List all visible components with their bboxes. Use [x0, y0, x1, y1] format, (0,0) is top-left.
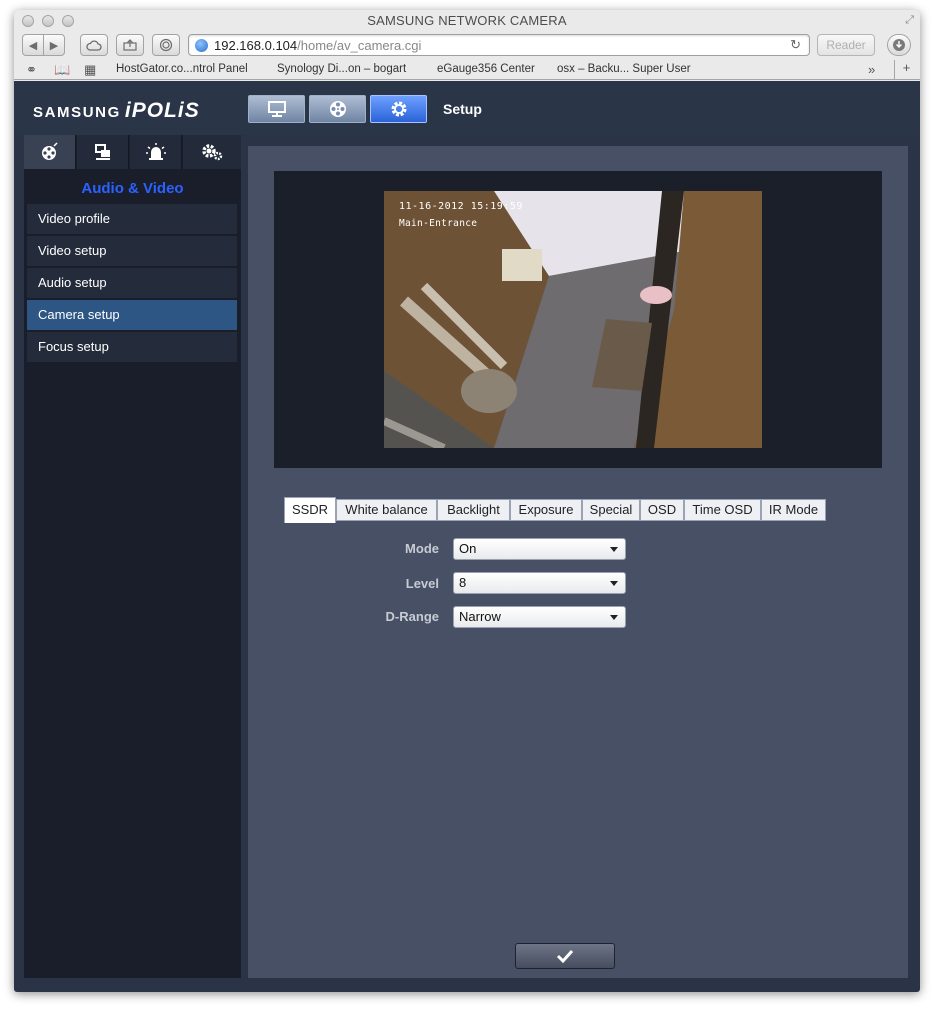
download-icon	[893, 39, 905, 51]
mode-select-value: On	[459, 541, 477, 556]
chevron-down-icon	[610, 547, 618, 552]
icloud-tabs-button[interactable]	[80, 34, 108, 56]
sidebar-item-camera-setup[interactable]: Camera setup	[27, 300, 237, 330]
sidebar-item-focus-setup[interactable]: Focus setup	[27, 332, 237, 362]
d-range-select-value: Narrow	[459, 609, 501, 624]
sidebar-item-video-setup[interactable]: Video setup	[27, 236, 237, 266]
tab-backlight[interactable]: Backlight	[437, 499, 510, 521]
setup-button[interactable]	[370, 95, 427, 123]
globe-icon	[195, 39, 208, 52]
browser-window: SAMSUNG NETWORK CAMERA ⤢ ◀ ▶ 192.168.0.1…	[14, 10, 920, 992]
gear-icon	[391, 101, 406, 117]
new-tab-plus-icon[interactable]: +	[894, 60, 918, 79]
forward-button[interactable]: ▶	[43, 34, 65, 56]
d-range-label: D-Range	[385, 609, 439, 624]
tab-network[interactable]	[77, 135, 129, 169]
chevron-down-icon	[610, 581, 618, 586]
tab-time-osd[interactable]: Time OSD	[684, 499, 761, 521]
back-arrow-icon: ◀	[28, 39, 38, 52]
film-reel-icon	[329, 101, 346, 117]
level-select-value: 8	[459, 575, 467, 590]
fullscreen-icon[interactable]: ⤢	[905, 14, 914, 27]
osd-camera-name: Main-Entrance	[399, 218, 478, 229]
history-button[interactable]	[152, 34, 180, 56]
reload-icon[interactable]: ↻	[790, 37, 801, 53]
sidebar-tabs	[24, 135, 241, 169]
section-title: Audio & Video	[81, 180, 184, 197]
spiral-icon	[159, 38, 173, 52]
network-icon	[94, 144, 110, 160]
bookmarks-bar: ⚭ 📖 ▦ HostGator.co...ntrol Panel Synolog…	[14, 60, 920, 80]
back-button[interactable]: ◀	[22, 34, 44, 56]
app-header: SAMSUNG iPOLiS Setup	[14, 81, 920, 135]
bookmark-synology[interactable]: Synology Di...on – bogart	[277, 63, 406, 75]
playback-button[interactable]	[309, 95, 366, 123]
forward-arrow-icon: ▶	[49, 39, 59, 52]
mode-select[interactable]: On	[453, 538, 626, 560]
window-title: SAMSUNG NETWORK CAMERA	[367, 13, 567, 28]
mode-label: Mode	[405, 541, 439, 556]
bookmark-osx-backup[interactable]: osx – Backu... Super User	[557, 63, 691, 75]
tab-special[interactable]: Special	[582, 499, 640, 521]
sidebar-item-video-profile[interactable]: Video profile	[27, 204, 237, 234]
share-icon	[123, 39, 137, 51]
level-label: Level	[405, 576, 439, 591]
top-sites-grid-icon[interactable]: ▦	[84, 62, 96, 78]
reader-button[interactable]: Reader	[817, 34, 875, 56]
checkmark-icon	[556, 949, 574, 963]
tab-ssdr[interactable]: SSDR	[284, 497, 336, 523]
tab-white-balance[interactable]: White balance	[336, 499, 437, 521]
gears-icon	[202, 144, 223, 161]
browser-toolbar: ◀ ▶ 192.168.0.104/home/av_camera.cgi ↻ R…	[14, 32, 920, 60]
sidebar-menu: Video profile Video setup Audio setup Ca…	[27, 204, 237, 364]
film-reel-icon	[41, 142, 58, 160]
downloads-button[interactable]	[887, 34, 911, 56]
samsung-ipolis-logo: SAMSUNG iPOLiS	[33, 99, 200, 122]
tab-osd[interactable]: OSD	[640, 499, 684, 521]
d-range-select[interactable]: Narrow	[453, 606, 626, 628]
page-title: Setup	[443, 101, 482, 117]
url-text[interactable]: 192.168.0.104/home/av_camera.cgi	[214, 38, 421, 53]
tab-system[interactable]	[183, 135, 241, 169]
title-bar: SAMSUNG NETWORK CAMERA ⤢	[14, 10, 920, 32]
camera-scene-image	[384, 191, 762, 448]
sidebar: Audio & Video Video profile Video setup …	[24, 135, 241, 978]
camera-app: SAMSUNG iPOLiS Setup Audio & Video Video…	[14, 81, 920, 992]
chevron-down-icon	[610, 615, 618, 620]
reading-list-icon[interactable]: ⚭	[26, 62, 37, 78]
bookmarks-book-icon[interactable]: 📖	[54, 62, 70, 78]
live-view-button[interactable]	[248, 95, 305, 123]
apply-button[interactable]	[515, 943, 615, 969]
bookmark-hostgator[interactable]: HostGator.co...ntrol Panel	[116, 63, 248, 75]
tab-ir-mode[interactable]: IR Mode	[761, 499, 826, 521]
address-bar[interactable]: 192.168.0.104/home/av_camera.cgi ↻	[188, 34, 810, 56]
close-window-button[interactable]	[22, 15, 34, 27]
level-select[interactable]: 8	[453, 572, 626, 594]
alarm-icon	[145, 143, 166, 160]
camera-video-feed: 11-16-2012 15:19:59 Main-Entrance	[384, 191, 762, 448]
more-bookmarks-icon[interactable]: »	[868, 62, 875, 77]
osd-date-time: 11-16-2012 15:19:59	[399, 201, 523, 212]
tab-audio-video[interactable]	[24, 135, 76, 169]
cloud-icon	[86, 39, 102, 51]
tab-exposure[interactable]: Exposure	[510, 499, 582, 521]
zoom-window-button[interactable]	[62, 15, 74, 27]
sidebar-item-audio-setup[interactable]: Audio setup	[27, 268, 237, 298]
video-preview-panel: 11-16-2012 15:19:59 Main-Entrance	[274, 171, 882, 468]
tab-event[interactable]	[130, 135, 182, 169]
monitor-icon	[267, 101, 286, 117]
share-button[interactable]	[116, 34, 144, 56]
bookmark-egauge[interactable]: eGauge356 Center	[437, 63, 535, 75]
minimize-window-button[interactable]	[42, 15, 54, 27]
main-content: 11-16-2012 15:19:59 Main-Entrance SSDR W…	[248, 146, 908, 978]
